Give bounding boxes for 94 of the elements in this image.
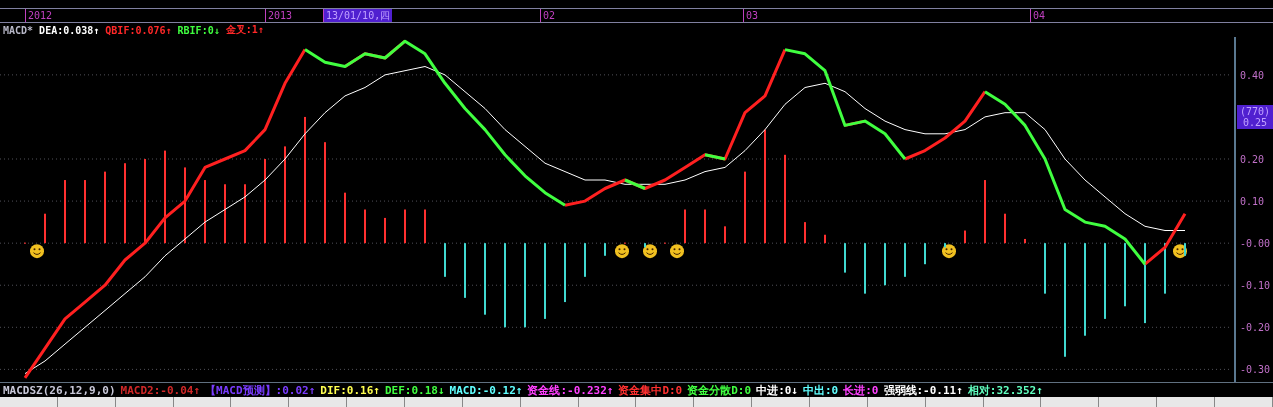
bar bbox=[184, 167, 186, 244]
axis-tick-label: -0.10 bbox=[1240, 280, 1271, 292]
bar bbox=[1104, 243, 1106, 319]
bar bbox=[164, 150, 166, 244]
bar bbox=[1184, 243, 1186, 256]
bar bbox=[784, 154, 786, 244]
indicator-value: RBIF:0↓ bbox=[177, 24, 220, 36]
bar bbox=[224, 184, 226, 244]
bar bbox=[44, 213, 46, 244]
bar bbox=[584, 243, 586, 277]
indicator-value: MACD* bbox=[3, 24, 34, 36]
bar bbox=[424, 209, 426, 244]
indicator-value: DEA:0.038↑ bbox=[39, 24, 100, 36]
bar bbox=[564, 243, 566, 303]
bar bbox=[1064, 243, 1066, 357]
bar bbox=[204, 180, 206, 244]
indicator-value: QBIF:0.076↑ bbox=[105, 24, 172, 36]
axis-tick-label: -0.30 bbox=[1240, 364, 1271, 376]
bar bbox=[1084, 243, 1086, 336]
bar bbox=[444, 243, 446, 277]
bar bbox=[1124, 243, 1126, 307]
indicator-value: MACDSZ(26,12,9,0) bbox=[3, 383, 116, 397]
bar bbox=[644, 243, 646, 248]
indicator-value: 中进:0↓ bbox=[756, 382, 798, 398]
bar bbox=[864, 243, 866, 294]
time-axis-label: 13/01/10,四 bbox=[323, 9, 393, 22]
axis-tick-label: 0.10 bbox=[1240, 196, 1265, 208]
time-axis-label: 03 bbox=[743, 9, 761, 22]
indicator-value: 中出:0 bbox=[803, 382, 839, 398]
bar bbox=[1164, 243, 1166, 294]
bar bbox=[404, 209, 406, 244]
bar bbox=[504, 243, 506, 328]
bar bbox=[524, 243, 526, 328]
bar bbox=[884, 243, 886, 286]
smiley-icon bbox=[30, 244, 44, 259]
bar bbox=[344, 192, 346, 244]
bar bbox=[804, 222, 806, 244]
time-axis-label: 02 bbox=[540, 9, 558, 22]
bar bbox=[464, 243, 466, 298]
indicator-value: 相对:32.352↑ bbox=[967, 382, 1043, 398]
bar bbox=[924, 243, 926, 265]
bar bbox=[984, 180, 986, 244]
bar bbox=[1044, 243, 1046, 294]
bar bbox=[724, 226, 726, 244]
bar bbox=[744, 171, 746, 244]
bar bbox=[324, 142, 326, 244]
bar bbox=[1144, 243, 1146, 324]
axis-tick-label: 0.40 bbox=[1240, 69, 1265, 81]
bar bbox=[844, 243, 846, 273]
indicator-value: 长进:0 bbox=[843, 382, 879, 398]
indicator-value: 【MACD预测】:0.02↑ bbox=[205, 382, 316, 398]
indicator-value: 资金集中D:0 bbox=[618, 382, 683, 398]
indicator-value: DIF:0.16↑ bbox=[320, 383, 380, 397]
indicator-value: 强弱线:-0.11↑ bbox=[883, 382, 963, 398]
axis-tick-label: -0.00 bbox=[1240, 238, 1271, 250]
time-axis-label: 2012 bbox=[25, 9, 55, 22]
bar bbox=[284, 146, 286, 244]
indicator-value: MACD2:-0.04↑ bbox=[120, 383, 201, 397]
bar bbox=[484, 243, 486, 315]
bar bbox=[124, 163, 126, 244]
smiley-icon bbox=[942, 244, 956, 259]
bar bbox=[264, 159, 266, 244]
readout-count: (770) bbox=[1239, 106, 1271, 117]
bar bbox=[364, 209, 366, 244]
bar bbox=[824, 234, 826, 244]
axis-tick-label: -0.20 bbox=[1240, 322, 1271, 334]
bar bbox=[304, 116, 306, 244]
smiley-icon bbox=[615, 244, 629, 259]
bar bbox=[1004, 213, 1006, 244]
bar bbox=[764, 129, 766, 244]
bar bbox=[84, 180, 86, 244]
bar bbox=[604, 243, 606, 256]
bar bbox=[1024, 238, 1026, 244]
readout-value: 0.25 bbox=[1242, 117, 1268, 128]
bar bbox=[144, 159, 146, 244]
smiley-icon bbox=[643, 244, 657, 259]
bar bbox=[904, 243, 906, 277]
smiley-icon bbox=[670, 244, 684, 259]
bar bbox=[384, 217, 386, 244]
indicator-value: 金叉:1↑ bbox=[225, 23, 264, 37]
bar bbox=[704, 209, 706, 244]
axis-tick-label: 0.20 bbox=[1240, 154, 1265, 165]
bar bbox=[964, 230, 966, 244]
indicator-value: DEF:0.18↓ bbox=[384, 383, 445, 397]
time-axis-label: 2013 bbox=[265, 9, 295, 22]
bar bbox=[684, 209, 686, 244]
bar bbox=[64, 180, 66, 244]
indicator-value: 资金线:-0.232↑ bbox=[527, 382, 614, 398]
bar bbox=[244, 184, 246, 244]
time-axis-label: 04 bbox=[1030, 9, 1048, 22]
indicator-value: 资金分散D:0 bbox=[687, 382, 752, 398]
bar bbox=[104, 171, 106, 244]
indicator-value: MACD:-0.12↑ bbox=[449, 383, 523, 397]
bar bbox=[544, 243, 546, 319]
